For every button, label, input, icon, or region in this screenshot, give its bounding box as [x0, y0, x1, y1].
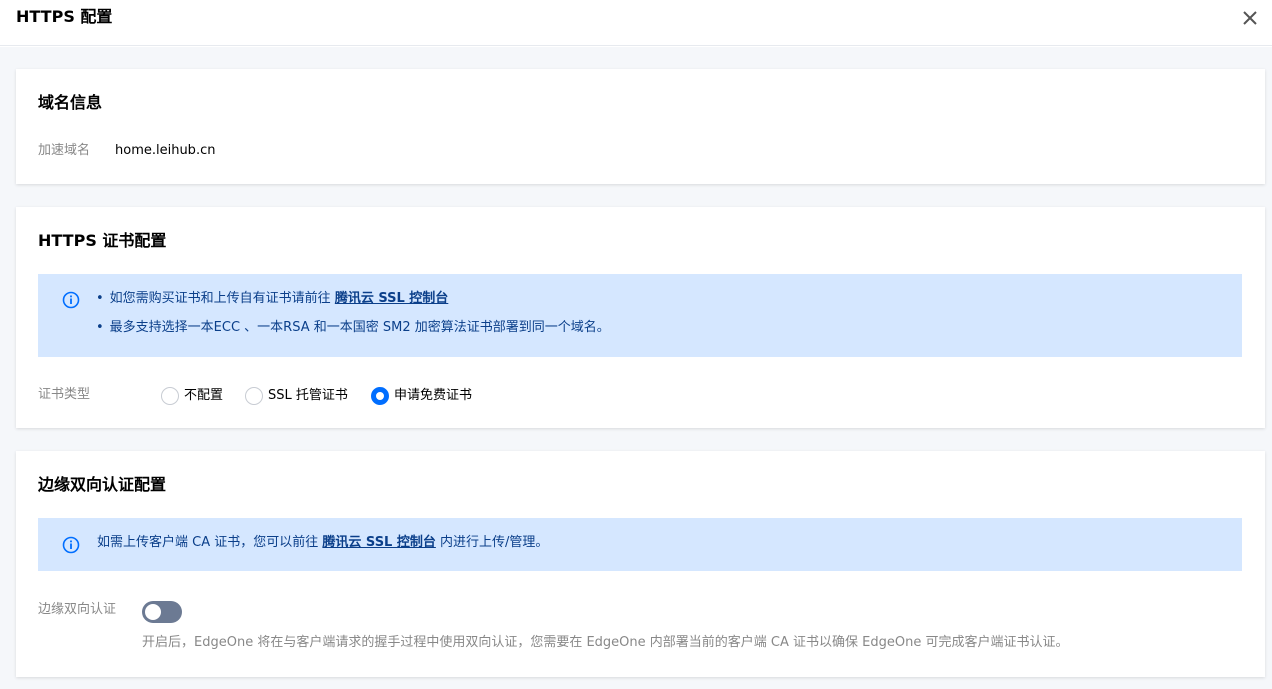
toggle-knob	[145, 604, 161, 620]
mtls-notice: 如需上传客户端 CA 证书，您可以前往 腾讯云 SSL 控制台 内进行上传/管理…	[38, 518, 1242, 571]
dialog-header: HTTPS 配置	[0, 0, 1272, 46]
domain-label: 加速域名	[38, 143, 91, 158]
edge-mtls-help-text: 开启后，EdgeOne 将在与客户端请求的握手过程中使用双向认证，您需要在 Ed…	[142, 635, 1069, 650]
dialog-title: HTTPS 配置	[16, 7, 113, 26]
cert-notice-line-2: • 最多支持选择一本ECC 、一本RSA 和一本国密 SM2 加密算法证书部署到同…	[96, 319, 610, 337]
edge-mtls-toggle[interactable]	[142, 601, 182, 623]
ssl-console-link[interactable]: 腾讯云 SSL 控制台	[335, 291, 448, 306]
radio-ssl-managed-label: SSL 托管证书	[268, 388, 348, 403]
radio-none-circle[interactable]	[161, 387, 179, 405]
cert-notice-line-1-text: 如您需购买证书和上传自有证书请前往	[109, 291, 331, 306]
radio-ssl-managed-circle[interactable]	[245, 387, 263, 405]
bullet: •	[96, 291, 104, 306]
radio-free-cert-circle[interactable]	[371, 387, 389, 405]
mtls-notice-line: 如需上传客户端 CA 证书，您可以前往 腾讯云 SSL 控制台 内进行上传/管理…	[97, 534, 548, 552]
info-icon	[62, 536, 80, 554]
info-icon	[62, 291, 80, 309]
edge-mtls-title: 边缘双向认证配置	[38, 475, 167, 494]
https-cert-title: HTTPS 证书配置	[38, 231, 167, 250]
domain-value: home.leihub.cn	[115, 143, 216, 158]
edge-mtls-card: 边缘双向认证配置 如需上传客户端 CA 证书，您可以前往 腾讯云 SSL 控制台…	[16, 451, 1265, 677]
mtls-notice-prefix: 如需上传客户端 CA 证书，您可以前往	[97, 535, 319, 550]
cert-notice-line-1: • 如您需购买证书和上传自有证书请前往 腾讯云 SSL 控制台	[96, 290, 448, 308]
https-cert-card: HTTPS 证书配置 • 如您需购买证书和上传自有证书请前往 腾讯云 SSL 控制…	[16, 207, 1265, 428]
cert-notice-line-2-text: 最多支持选择一本ECC 、一本RSA 和一本国密 SM2 加密算法证书部署到同一…	[109, 320, 610, 335]
domain-info-title: 域名信息	[38, 93, 103, 112]
close-icon	[1243, 11, 1257, 25]
radio-none-label: 不配置	[184, 388, 224, 403]
bullet: •	[96, 320, 104, 335]
cert-type-label: 证书类型	[38, 387, 91, 402]
mtls-notice-suffix: 内进行上传/管理。	[440, 535, 549, 550]
cert-notice: • 如您需购买证书和上传自有证书请前往 腾讯云 SSL 控制台 • 最多支持选择一本…	[38, 274, 1242, 357]
domain-info-card: 域名信息 加速域名 home.leihub.cn	[16, 69, 1265, 184]
edge-mtls-label: 边缘双向认证	[38, 602, 117, 617]
ssl-console-link-2[interactable]: 腾讯云 SSL 控制台	[322, 535, 435, 550]
radio-free-cert-label: 申请免费证书	[394, 388, 473, 403]
close-button[interactable]	[1240, 8, 1260, 28]
dialog-body: 域名信息 加速域名 home.leihub.cn HTTPS 证书配置 • 如您需…	[0, 47, 1272, 689]
